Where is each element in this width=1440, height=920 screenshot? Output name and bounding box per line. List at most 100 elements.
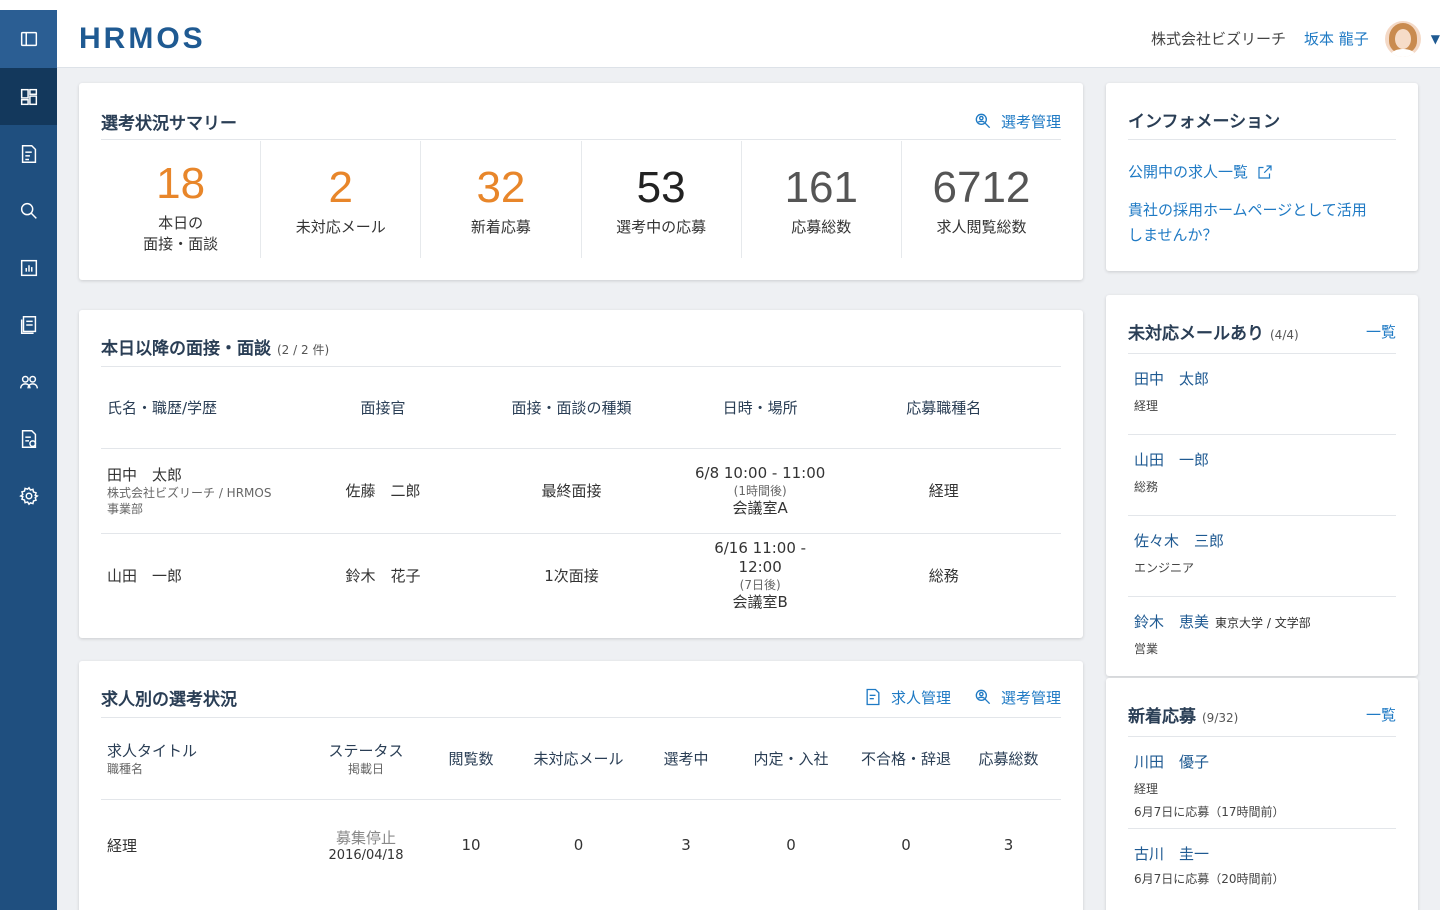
stat-label: 未対応メール — [295, 218, 386, 236]
job-date: 2016/04/18 — [328, 848, 404, 864]
job-offer[interactable]: 0 — [726, 798, 856, 891]
stat-label: 本日の 面接・面談 — [143, 214, 219, 253]
job-title[interactable]: 経理 — [101, 798, 301, 891]
jobs-status-card: 求人別の選考状況 求人管理 選考管理 求人タイトル 職種名 ステータス 掲載日 … — [79, 661, 1083, 910]
avatar[interactable] — [1384, 20, 1421, 57]
col-total: 応募総数 — [978, 750, 1039, 769]
documents-icon[interactable] — [0, 296, 57, 353]
app-frame: HRMOS 株式会社ビズリーチ 坂本 龍子 ▼ 選考状況サマリー 選考管理 18… — [0, 10, 1440, 910]
chevron-down-icon[interactable]: ▼ — [1431, 32, 1440, 46]
users-icon[interactable] — [0, 353, 57, 410]
jobs-table: 求人タイトル 職種名 ステータス 掲載日 閲覧数 未対応メール 選考中 内定・入社 … — [101, 719, 1061, 891]
unresponded-list: 田中 太郎経理山田 一郎 総務佐々木 三郎エンジニア鈴木 恵美 東京大学 / 文学部… — [1128, 353, 1396, 677]
col-job-title: 求人タイトル 職種名 — [107, 742, 198, 777]
interviews-title: 本日以降の面接・面談 (2 / 2 件) — [101, 338, 330, 359]
job-rejected[interactable]: 0 — [856, 798, 956, 891]
stat-label: 新着応募 — [470, 218, 531, 236]
candidate-school: 東京大学 / 文学部 — [1215, 616, 1311, 630]
candidate-job: エンジニア — [1134, 561, 1195, 575]
unresponded-title: 未対応メールあり (4/4) — [1128, 323, 1299, 344]
col-type: 面接・面談の種類 — [511, 399, 632, 418]
job-list-icon[interactable] — [0, 125, 57, 182]
candidate-name[interactable]: 鈴木 恵美 東京大学 / 文学部 — [1134, 611, 1390, 632]
stat-label: 応募総数 — [791, 218, 852, 236]
candidate-name[interactable]: 田中 太郎 — [1134, 368, 1390, 389]
summary-stat[interactable]: 161 応募総数 — [742, 141, 902, 258]
top-header: HRMOS 株式会社ビズリーチ 坂本 龍子 ▼ — [57, 10, 1440, 68]
selection-summary-card: 選考状況サマリー 選考管理 18 本日の 面接・面談 2 未対応メール 32 新着応募 53 選… — [79, 83, 1083, 280]
candidate-name[interactable]: 古川 圭一 — [1134, 843, 1390, 864]
table-row[interactable]: 山田 一郎 鈴木 花子 1次面接 6/16 11:00 - 12:00 (7日後) 会議室… — [101, 532, 1061, 618]
candidate-job: 経理 — [1134, 782, 1159, 796]
hrmos-logo[interactable]: HRMOS — [79, 22, 206, 56]
list-item[interactable]: 川田 優子 経理 6月7日に応募（17時間前） — [1128, 736, 1396, 828]
summary-stat[interactable]: 18 本日の 面接・面談 — [101, 141, 262, 258]
job-total[interactable]: 3 — [956, 798, 1061, 891]
interview-relative: (1時間後) — [733, 483, 787, 498]
interview-place: 会議室A — [732, 498, 788, 517]
interviews-table: 氏名・職歴/学歴 面接官 面接・面談の種類 日時・場所 応募職種名 田中 太郎株… — [101, 368, 1061, 618]
job-manage-link[interactable]: 求人管理 — [863, 687, 951, 708]
candidate-job: 経理 — [1134, 399, 1159, 413]
info-title: インフォメーション — [1128, 111, 1281, 132]
col-views: 閲覧数 — [448, 750, 494, 769]
col-status: ステータス 掲載日 — [328, 742, 404, 777]
stat-value: 6712 — [932, 163, 1031, 212]
job-views: 10 — [431, 798, 511, 891]
user-name[interactable]: 坂本 龍子 — [1304, 28, 1369, 49]
summary-stats: 18 本日の 面接・面談 2 未対応メール 32 新着応募 53 選考中の応募 161 応募総数 67… — [101, 141, 1061, 258]
list-item[interactable]: 田中 太郎 経理 — [1128, 353, 1396, 434]
job-unresponded[interactable]: 0 — [511, 798, 646, 891]
table-row[interactable]: 経理 募集停止 2016/04/18 10 0 3 0 0 3 — [101, 798, 1061, 891]
newapps-title: 新着応募 (9/32) — [1128, 706, 1239, 727]
stat-value: 2 — [328, 163, 353, 212]
external-link-icon — [1258, 164, 1272, 179]
company-name: 株式会社ビズリーチ — [1150, 30, 1286, 48]
newapps-list-link[interactable]: 一覧 — [1366, 704, 1396, 725]
job-status: 募集停止 — [335, 829, 396, 848]
selection-manage-link[interactable]: 選考管理 — [973, 111, 1061, 132]
candidate-name[interactable]: 山田 一郎 — [1134, 449, 1390, 470]
summary-stat[interactable]: 6712 求人閲覧総数 — [902, 141, 1061, 258]
col-interviewer: 面接官 — [360, 399, 406, 418]
public-jobs-link[interactable]: 公開中の求人一覧 — [1128, 161, 1274, 182]
candidate-job: 営業 — [1134, 642, 1159, 656]
gear-icon[interactable] — [0, 467, 57, 524]
summary-stat[interactable]: 32 新着応募 — [421, 141, 582, 258]
candidate-name[interactable]: 佐々木 三郎 — [1134, 530, 1390, 551]
jobs-title: 求人別の選考状況 — [101, 689, 237, 710]
candidate-name[interactable]: 田中 太郎 — [107, 464, 317, 485]
sidebar — [0, 10, 57, 910]
applied-job: 総務 — [826, 532, 1061, 618]
search-icon[interactable] — [0, 182, 57, 239]
candidate-name[interactable]: 川田 優子 — [1134, 751, 1390, 772]
list-item[interactable]: 古川 圭一 6月7日に応募（20時間前） — [1128, 828, 1396, 906]
table-row[interactable]: 田中 太郎 株式会社ビズリーチ / HRMOS 事業部 佐藤 二郎 最終面接 6/8 10… — [101, 447, 1061, 533]
dashboard-icon[interactable] — [0, 68, 57, 125]
bar-chart-icon[interactable] — [0, 239, 57, 296]
stat-value: 32 — [476, 163, 526, 212]
interview-type: 1次面接 — [449, 532, 694, 618]
person-search-icon — [975, 689, 991, 705]
summary-stat[interactable]: 53 選考中の応募 — [582, 141, 742, 258]
candidate-name[interactable]: 山田 一郎 — [107, 565, 317, 586]
unresponded-list-link[interactable]: 一覧 — [1366, 321, 1396, 342]
list-item[interactable]: 山田 一郎 総務 — [1128, 434, 1396, 515]
recruit-homepage-link[interactable]: 貴社の採用ホームページとして活用 しませんか？ — [1128, 198, 1396, 248]
applied-job: 経理 — [826, 447, 1061, 533]
col-in-selection: 選考中 — [663, 750, 709, 769]
selection-manage-link-2[interactable]: 選考管理 — [973, 687, 1061, 708]
list-item[interactable]: 鈴木 恵美 東京大学 / 文学部営業 — [1128, 596, 1396, 677]
summary-title: 選考状況サマリー — [101, 113, 237, 134]
summary-stat[interactable]: 2 未対応メール — [261, 141, 422, 258]
col-unresponded: 未対応メール — [533, 750, 624, 769]
list-item[interactable]: 佐々木 三郎エンジニア — [1128, 515, 1396, 596]
panel-toggle-icon[interactable] — [0, 10, 57, 68]
export-icon[interactable] — [0, 410, 57, 467]
col-offer: 内定・入社 — [753, 750, 829, 769]
job-list-icon — [866, 688, 880, 706]
interviewer: 鈴木 花子 — [316, 532, 450, 618]
unresponded-mail-card: 未対応メールあり (4/4) 一覧 田中 太郎経理山田 一郎 総務佐々木 三郎エンジ… — [1106, 295, 1418, 676]
stat-label: 選考中の応募 — [616, 218, 707, 236]
job-in-selection[interactable]: 3 — [646, 798, 726, 891]
